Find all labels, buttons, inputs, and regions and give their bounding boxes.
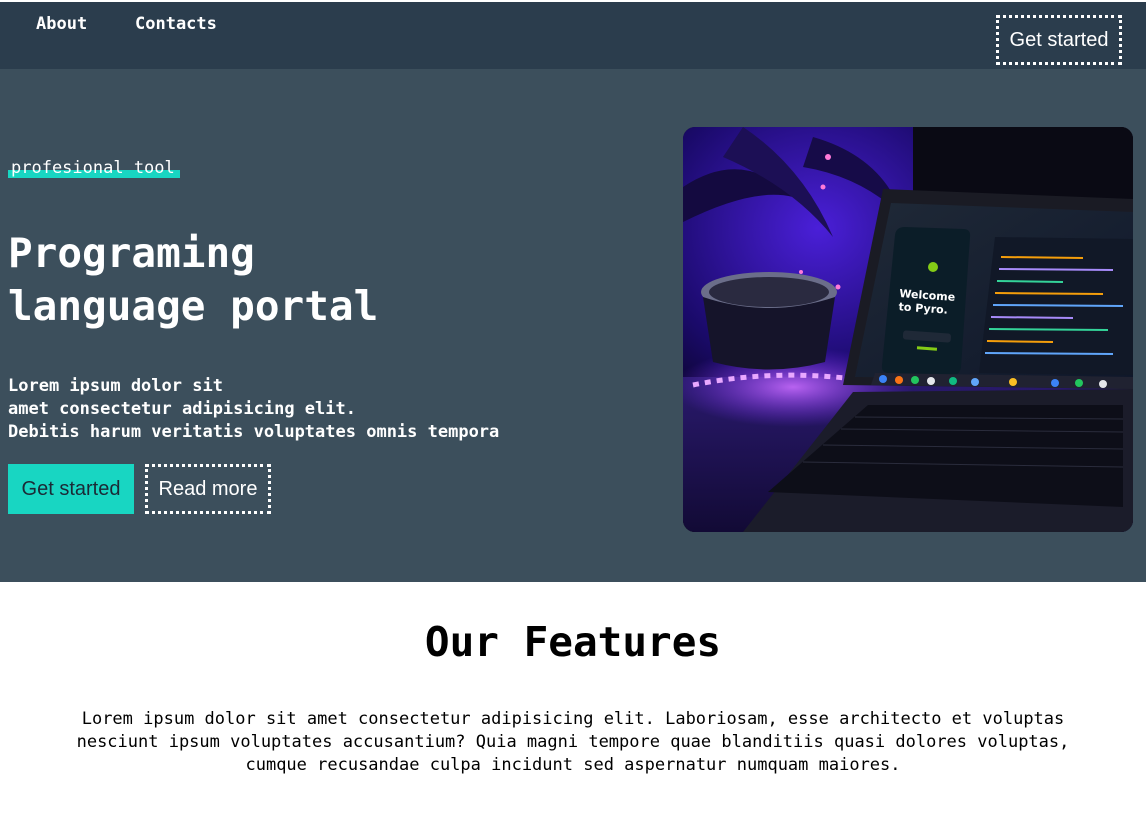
hero-description-line-1: Lorem ipsum dolor sit — [8, 376, 223, 396]
hero-section: profesional tool Programing language por… — [0, 69, 1146, 582]
hero-description-line-2: amet consectetur adipisicing elit. — [8, 399, 356, 419]
features-description-line-3: cumque recusandae culpa incidunt sed asp… — [245, 755, 901, 775]
nav-link-about[interactable]: About — [36, 14, 87, 34]
nav-link-contacts[interactable]: Contacts — [135, 14, 217, 34]
get-started-button[interactable]: Get started — [8, 464, 134, 514]
hero-title-line-1: Programing — [8, 229, 255, 277]
features-title: Our Features — [424, 618, 722, 666]
hero-description: Lorem ipsum dolor sit amet consectetur a… — [8, 375, 499, 444]
nav-get-started-button[interactable]: Get started — [996, 15, 1122, 65]
hero-title: Programing language portal — [8, 227, 378, 333]
features-description-line-2: nesciunt ipsum voluptates accusantium? Q… — [76, 732, 1070, 752]
read-more-button[interactable]: Read more — [145, 464, 271, 514]
top-navbar: About Contacts Get started — [0, 0, 1146, 69]
hero-tag: profesional tool — [8, 158, 180, 178]
features-description: Lorem ipsum dolor sit amet consectetur a… — [20, 708, 1126, 777]
hero-title-line-2: language portal — [8, 282, 379, 330]
hero-laptop-image: Welcome to Pyro. — [683, 127, 1133, 532]
features-description-line-1: Lorem ipsum dolor sit amet consectetur a… — [81, 709, 1065, 729]
hero-description-line-3: Debitis harum veritatis voluptates omnis… — [8, 422, 500, 442]
